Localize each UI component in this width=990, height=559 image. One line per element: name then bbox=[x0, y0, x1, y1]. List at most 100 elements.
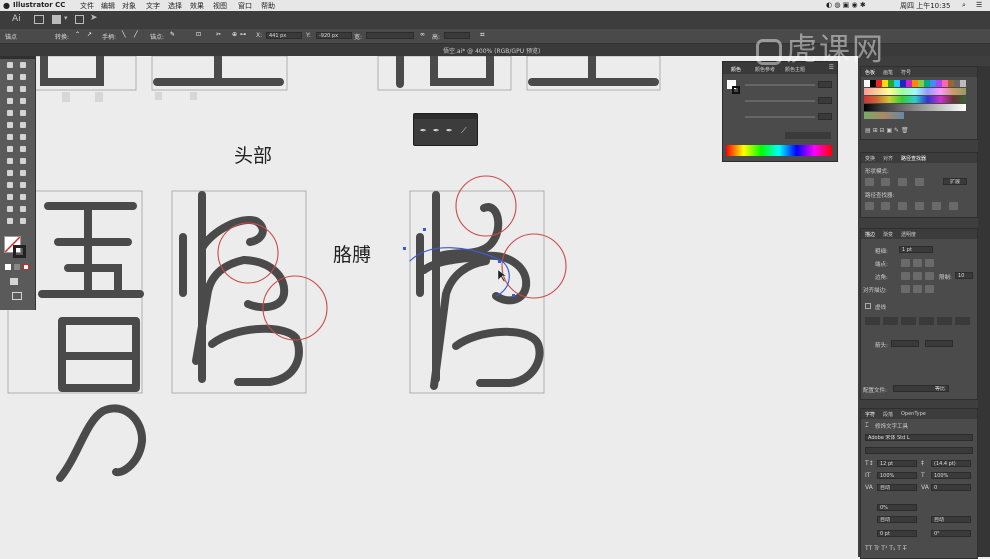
curvature-tool-icon[interactable] bbox=[19, 85, 28, 94]
handle-hide-icon[interactable]: ╱ bbox=[134, 31, 138, 38]
shape-builder-tool-icon[interactable] bbox=[6, 157, 15, 166]
merge-icon[interactable] bbox=[898, 202, 907, 210]
tracking-field[interactable]: 0 bbox=[931, 484, 971, 491]
symbol-sprayer-tool-icon[interactable] bbox=[6, 193, 15, 202]
width-field[interactable] bbox=[366, 32, 414, 39]
magic-wand-tool-icon[interactable] bbox=[6, 73, 15, 82]
apple-icon[interactable]: ● bbox=[3, 1, 10, 10]
tab-brushes[interactable]: 画笔 bbox=[883, 69, 893, 76]
color-stroke-swatch[interactable] bbox=[732, 86, 740, 94]
stroke-swatch[interactable] bbox=[13, 245, 26, 258]
type-tool-icon[interactable] bbox=[6, 97, 15, 106]
aki-left-field[interactable]: 自动 bbox=[877, 516, 917, 523]
graph-tool-icon[interactable] bbox=[19, 193, 28, 202]
tab-swatches[interactable]: 色板 bbox=[865, 69, 875, 76]
isolate-icon[interactable]: ⊕ bbox=[232, 31, 237, 38]
brush-icon-4[interactable]: ⟋ bbox=[461, 126, 467, 136]
arrange-docs-chevron-icon[interactable]: ▾ bbox=[64, 14, 68, 22]
zoom-tool-icon[interactable] bbox=[19, 217, 28, 226]
hand-tool-icon[interactable] bbox=[6, 217, 15, 226]
document-tab[interactable]: 悟空.ai* @ 400% (RGB/GPU 预览) bbox=[443, 46, 540, 55]
slider-b[interactable] bbox=[745, 116, 815, 118]
none-mode-icon[interactable] bbox=[23, 264, 29, 270]
round-cap-icon[interactable] bbox=[913, 259, 922, 267]
menu-file[interactable]: 文件 bbox=[80, 1, 94, 11]
divide-icon[interactable] bbox=[865, 202, 874, 210]
screen-mode-icon[interactable] bbox=[12, 292, 22, 300]
direct-selection-tool-icon[interactable] bbox=[19, 61, 28, 70]
arrow-end-select[interactable] bbox=[925, 340, 953, 347]
slice-tool-icon[interactable] bbox=[19, 205, 28, 214]
gradient-mode-icon[interactable] bbox=[14, 264, 20, 270]
arrange-docs-icon[interactable] bbox=[52, 15, 61, 24]
font-size-field[interactable]: 12 pt bbox=[877, 460, 917, 467]
menu-type[interactable]: 文字 bbox=[146, 1, 160, 11]
tsume-field[interactable]: 0% bbox=[877, 504, 917, 511]
cut-path-icon[interactable]: ✂ bbox=[216, 31, 221, 38]
tab-paragraph[interactable]: 段落 bbox=[883, 411, 893, 418]
blend-tool-icon[interactable] bbox=[19, 181, 28, 190]
limit-field[interactable]: 10 bbox=[955, 272, 973, 279]
slider-r[interactable] bbox=[745, 84, 815, 86]
tab-color[interactable]: 颜色 bbox=[731, 66, 741, 73]
minus-back-icon[interactable] bbox=[949, 202, 958, 210]
baseline-field[interactable]: 0 pt bbox=[877, 530, 917, 537]
expand-button[interactable]: 扩展 bbox=[943, 178, 967, 185]
swatch-grid[interactable] bbox=[864, 80, 966, 122]
round-join-icon[interactable] bbox=[913, 272, 922, 280]
square-cap-icon[interactable] bbox=[925, 259, 934, 267]
tab-align[interactable]: 对齐 bbox=[883, 155, 893, 162]
x-field[interactable]: 441 px bbox=[266, 32, 302, 39]
brush-icon-1[interactable]: ✒ bbox=[420, 126, 427, 135]
perspective-grid-tool-icon[interactable] bbox=[19, 157, 28, 166]
mesh-tool-icon[interactable] bbox=[6, 169, 15, 178]
intersect-icon[interactable] bbox=[898, 178, 907, 186]
rectangle-tool-icon[interactable] bbox=[6, 109, 15, 118]
hex-field[interactable] bbox=[785, 132, 831, 139]
notification-icon[interactable]: ☰ bbox=[976, 1, 982, 9]
y-field[interactable]: -920 px bbox=[316, 32, 352, 39]
bridge-icon[interactable] bbox=[34, 15, 44, 24]
pen-tool-icon[interactable] bbox=[6, 85, 15, 94]
weight-field[interactable]: 1 pt bbox=[899, 246, 933, 253]
tab-pathfinder[interactable]: 路径查找器 bbox=[901, 155, 926, 162]
value-r[interactable] bbox=[818, 81, 832, 88]
free-transform-tool-icon[interactable] bbox=[19, 145, 28, 154]
menu-view[interactable]: 视图 bbox=[213, 1, 227, 11]
dashed-checkbox[interactable] bbox=[865, 303, 871, 309]
align-inside-icon[interactable] bbox=[913, 285, 922, 293]
touch-type-icon[interactable]: ⌶ bbox=[865, 422, 869, 430]
eraser-tool-icon[interactable] bbox=[19, 121, 28, 130]
text-style-buttons[interactable]: TT Tr T¹ T₁ T T̶ bbox=[865, 545, 906, 552]
arrow-start-select[interactable] bbox=[891, 340, 919, 347]
tab-character[interactable]: 字符 bbox=[865, 411, 875, 418]
height-field[interactable] bbox=[444, 32, 470, 39]
send-icon[interactable]: ➤ bbox=[90, 13, 98, 23]
lasso-tool-icon[interactable] bbox=[19, 73, 28, 82]
color-mode-icon[interactable] bbox=[5, 264, 11, 270]
value-b[interactable] bbox=[818, 113, 832, 120]
butt-cap-icon[interactable] bbox=[901, 259, 910, 267]
vscale-field[interactable]: 100% bbox=[877, 472, 917, 479]
align-icon[interactable]: ⊶ bbox=[240, 31, 246, 38]
tab-stroke[interactable]: 描边 bbox=[865, 231, 875, 238]
remove-anchor-icon[interactable]: ✎ bbox=[170, 31, 175, 38]
eyedropper-tool-icon[interactable] bbox=[6, 181, 15, 190]
miter-join-icon[interactable] bbox=[901, 272, 910, 280]
convert-smooth-icon[interactable]: ↗ bbox=[87, 31, 92, 38]
value-g[interactable] bbox=[818, 97, 832, 104]
brush-icon-3[interactable]: ✒ bbox=[446, 126, 453, 135]
convert-corner-icon[interactable]: ⌃ bbox=[75, 31, 80, 38]
crop-icon[interactable] bbox=[915, 202, 924, 210]
menu-effect[interactable]: 效果 bbox=[190, 1, 204, 11]
artboard-tool-icon[interactable] bbox=[6, 205, 15, 214]
touch-type-label[interactable]: 修饰文字工具 bbox=[875, 422, 908, 430]
tab-symbols[interactable]: 符号 bbox=[901, 69, 911, 76]
aki-right-field[interactable]: 自动 bbox=[931, 516, 971, 523]
exclude-icon[interactable] bbox=[915, 178, 924, 186]
app-menu-name[interactable]: Illustrator CC bbox=[13, 1, 65, 9]
slider-g[interactable] bbox=[745, 100, 815, 102]
font-style-select[interactable] bbox=[865, 447, 973, 454]
layout-icon[interactable] bbox=[75, 15, 84, 24]
popup-grip[interactable] bbox=[414, 114, 477, 119]
